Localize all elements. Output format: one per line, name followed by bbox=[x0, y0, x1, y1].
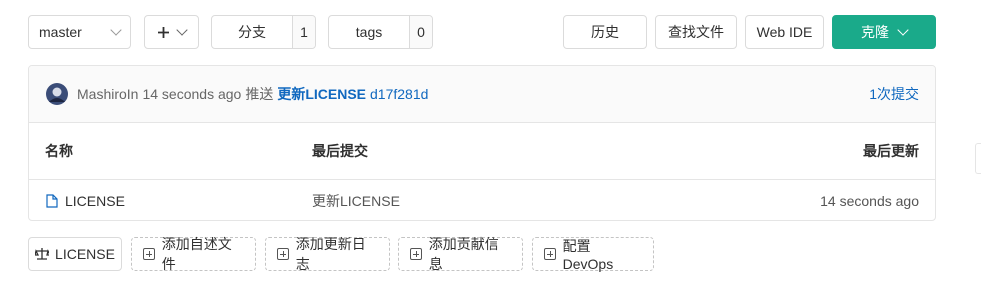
branch-select-value: master bbox=[39, 24, 82, 40]
file-icon bbox=[46, 193, 58, 208]
file-name-cell[interactable]: LICENSE bbox=[46, 193, 125, 209]
header-name: 名称 bbox=[45, 142, 73, 159]
commit-count-link[interactable]: 1次提交 bbox=[869, 84, 919, 104]
commit-author[interactable]: MashiroIn bbox=[77, 86, 138, 102]
add-icon bbox=[143, 248, 155, 260]
add-changelog-label: 添加更新日志 bbox=[295, 236, 366, 272]
chevron-down-icon bbox=[110, 24, 122, 36]
web-ide-button[interactable]: Web IDE bbox=[745, 15, 824, 49]
license-label: LICENSE bbox=[55, 246, 115, 262]
file-commit-message[interactable]: 更新LICENSE bbox=[312, 191, 400, 211]
add-readme-button[interactable]: 添加自述文件 bbox=[131, 236, 256, 272]
add-icon bbox=[410, 248, 422, 260]
add-dropdown-button[interactable] bbox=[144, 15, 199, 49]
avatar[interactable] bbox=[46, 83, 68, 105]
table-row[interactable]: LICENSE 更新LICENSE 14 seconds ago bbox=[29, 179, 935, 220]
add-icon bbox=[544, 248, 556, 260]
plus-icon bbox=[158, 26, 169, 38]
add-changelog-button[interactable]: 添加更新日志 bbox=[265, 236, 390, 272]
branches-button[interactable]: 分支 1 bbox=[211, 15, 316, 49]
clone-label: 克隆 bbox=[861, 24, 889, 40]
tags-count: 0 bbox=[409, 16, 432, 48]
clone-button[interactable]: 克隆 bbox=[832, 15, 936, 49]
side-panel-edge bbox=[975, 143, 981, 174]
file-updated-time: 14 seconds ago bbox=[820, 192, 919, 209]
find-file-button[interactable]: 查找文件 bbox=[655, 15, 737, 49]
last-commit-bar: MashiroIn 14 seconds ago 推送 更新LICENSE d1… bbox=[29, 66, 935, 123]
commit-sha-link[interactable]: d17f281d bbox=[370, 86, 428, 102]
chevron-down-icon bbox=[897, 24, 909, 36]
branches-count: 1 bbox=[292, 16, 315, 48]
history-button[interactable]: 历史 bbox=[563, 15, 647, 49]
commit-message-link[interactable]: 更新LICENSE bbox=[277, 84, 366, 104]
commit-verb: 推送 bbox=[245, 86, 274, 102]
tags-button[interactable]: tags 0 bbox=[328, 15, 433, 49]
add-icon bbox=[277, 248, 289, 260]
file-tree-panel: MashiroIn 14 seconds ago 推送 更新LICENSE d1… bbox=[28, 65, 936, 221]
header-last-commit: 最后提交 bbox=[312, 142, 368, 159]
chevron-down-icon bbox=[176, 24, 188, 36]
web-ide-label: Web IDE bbox=[756, 24, 813, 40]
add-contributing-label: 添加贡献信息 bbox=[428, 236, 499, 272]
tags-label: tags bbox=[355, 24, 383, 40]
configure-devops-button[interactable]: 配置 DevOps bbox=[532, 237, 654, 272]
license-button[interactable]: LICENSE bbox=[28, 237, 122, 271]
find-file-label: 查找文件 bbox=[668, 24, 724, 40]
add-readme-label: 添加自述文件 bbox=[161, 236, 232, 272]
branches-label: 分支 bbox=[238, 24, 266, 40]
scale-icon bbox=[35, 248, 50, 260]
header-last-update: 最后更新 bbox=[863, 142, 919, 159]
add-contributing-button[interactable]: 添加贡献信息 bbox=[398, 236, 523, 272]
history-label: 历史 bbox=[591, 24, 619, 40]
branch-select[interactable]: master bbox=[28, 15, 131, 49]
table-header: 名称 最后提交 最后更新 bbox=[29, 122, 935, 180]
file-name[interactable]: LICENSE bbox=[65, 193, 125, 209]
configure-devops-label: 配置 DevOps bbox=[562, 238, 614, 272]
commit-time: 14 seconds ago bbox=[142, 86, 242, 102]
